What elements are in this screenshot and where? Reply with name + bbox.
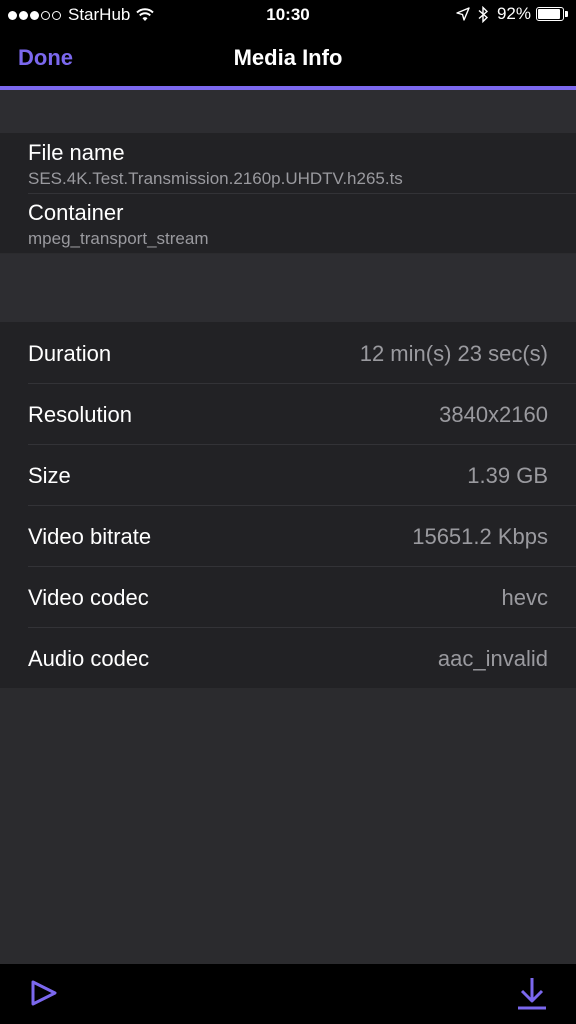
duration-label: Duration	[28, 341, 112, 366]
size-label: Size	[28, 463, 71, 488]
video-bitrate-label: Video bitrate	[28, 524, 152, 549]
resolution-label: Resolution	[28, 402, 132, 427]
section-spacer	[0, 90, 576, 133]
resolution-value: 3840x2160	[439, 402, 548, 427]
status-right: 92%	[456, 4, 568, 24]
battery-nub	[565, 11, 568, 17]
bottom-toolbar	[0, 964, 576, 1024]
battery-level	[538, 9, 560, 19]
audio-codec-value: aac_invalid	[437, 646, 548, 671]
file-name-label: File name	[28, 140, 125, 165]
container-label: Container	[28, 200, 124, 225]
container-value: mpeg_transport_stream	[28, 229, 209, 248]
duration-row: Duration 12 min(s) 23 sec(s)	[0, 322, 576, 383]
audio-codec-row: Audio codec aac_invalid	[0, 627, 576, 688]
download-icon	[518, 978, 546, 1010]
video-codec-value: hevc	[501, 585, 548, 610]
page-title: Media Info	[233, 45, 343, 70]
video-bitrate-value: 15651.2 Kbps	[412, 524, 548, 549]
size-value: 1.39 GB	[467, 463, 548, 488]
bluetooth-icon	[478, 5, 488, 23]
audio-codec-label: Audio codec	[28, 646, 150, 671]
file-info-section: File name SES.4K.Test.Transmission.2160p…	[0, 133, 576, 253]
battery-icon	[536, 7, 564, 21]
media-details-section: Duration 12 min(s) 23 sec(s) Resolution …	[0, 322, 576, 688]
resolution-row: Resolution 3840x2160	[0, 383, 576, 444]
file-name-value: SES.4K.Test.Transmission.2160p.UHDTV.h26…	[28, 169, 403, 188]
battery-percent: 92%	[496, 4, 531, 23]
container-row: Container mpeg_transport_stream	[0, 193, 576, 253]
status-bar: StarHub 10:30 92%	[0, 0, 576, 30]
file-name-row: File name SES.4K.Test.Transmission.2160p…	[0, 133, 576, 193]
video-codec-label: Video codec	[28, 585, 149, 610]
size-row: Size 1.39 GB	[0, 444, 576, 505]
video-bitrate-row: Video bitrate 15651.2 Kbps	[0, 505, 576, 566]
download-button[interactable]	[516, 976, 548, 1015]
play-button[interactable]	[30, 979, 58, 1012]
navigation-bar: Done Media Info	[0, 30, 576, 90]
play-icon	[31, 980, 57, 1006]
location-arrow-icon	[456, 7, 470, 21]
section-spacer	[0, 254, 576, 322]
video-codec-row: Video codec hevc	[0, 566, 576, 627]
duration-value: 12 min(s) 23 sec(s)	[359, 341, 548, 366]
